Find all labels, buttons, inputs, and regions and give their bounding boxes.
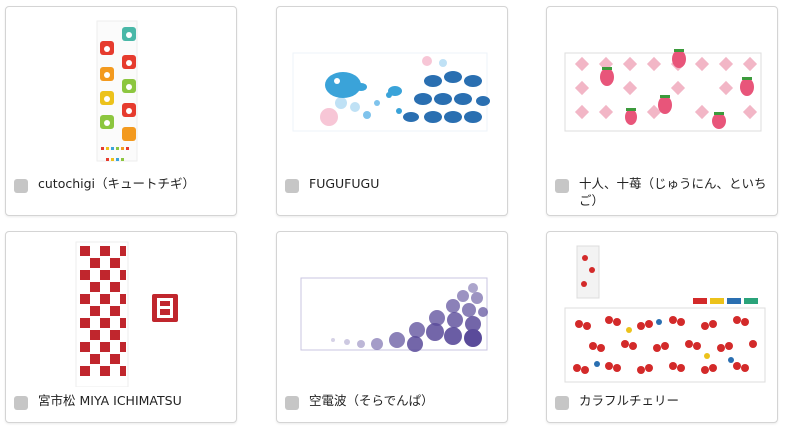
select-checkbox[interactable] — [555, 396, 569, 410]
product-name: cutochigi（キュートチギ） — [38, 176, 196, 191]
product-image-cutochigi[interactable] — [6, 7, 236, 162]
product-name: カラフルチェリー — [579, 393, 680, 408]
product-name: FUGUFUGU — [309, 176, 380, 191]
product-image-juunin-toichigo[interactable] — [547, 7, 777, 157]
select-checkbox[interactable] — [14, 179, 28, 193]
select-checkbox[interactable] — [14, 396, 28, 410]
select-checkbox[interactable] — [285, 179, 299, 193]
product-card-juunin-toichigo[interactable]: 十人、十苺（じゅうにん、といちご） — [546, 6, 778, 216]
product-card-fugufugu[interactable]: FUGUFUGU — [276, 6, 508, 216]
product-card-miya-ichimatsu[interactable]: 宮市松 MIYA ICHIMATSU — [5, 231, 237, 423]
product-card-colorful-cherry[interactable]: カラフルチェリー — [546, 231, 778, 423]
select-checkbox[interactable] — [285, 396, 299, 410]
product-card-cutochigi[interactable]: cutochigi（キュートチギ） — [5, 6, 237, 216]
product-image-soradenpa[interactable] — [277, 232, 507, 382]
product-name: 十人、十苺（じゅうにん、といちご） — [579, 176, 767, 208]
product-image-fugufugu[interactable] — [277, 7, 507, 157]
product-image-miya-ichimatsu[interactable] — [6, 232, 236, 387]
product-name: 宮市松 MIYA ICHIMATSU — [38, 393, 182, 408]
product-image-colorful-cherry[interactable] — [547, 232, 777, 383]
product-name: 空電波（そらでんぱ） — [309, 393, 434, 408]
product-card-soradenpa[interactable]: 空電波（そらでんぱ） — [276, 231, 508, 423]
select-checkbox[interactable] — [555, 179, 569, 193]
